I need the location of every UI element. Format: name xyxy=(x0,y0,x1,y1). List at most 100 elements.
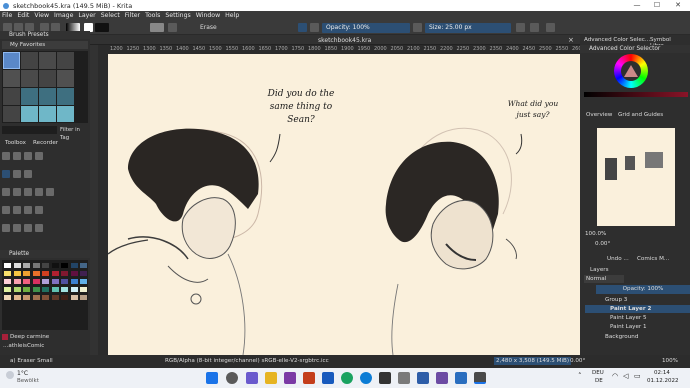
layer-row-background[interactable]: Background xyxy=(585,333,690,341)
gradient-tool-icon[interactable] xyxy=(35,206,43,214)
canvas[interactable]: Did you do the same thing to Sean? What … xyxy=(108,54,580,355)
palette-swatch[interactable] xyxy=(79,294,88,301)
tray-chevron-icon[interactable]: ˄ xyxy=(578,372,582,380)
app-icon[interactable] xyxy=(455,372,467,384)
app-icon[interactable] xyxy=(417,372,429,384)
palette-swatch[interactable] xyxy=(79,286,88,293)
brush-preset-item[interactable] xyxy=(3,106,20,122)
brush-preset-item[interactable] xyxy=(39,70,56,87)
palette-swatch[interactable] xyxy=(60,294,69,301)
palette-swatch[interactable] xyxy=(31,270,41,277)
menu-edit[interactable]: Edit xyxy=(17,12,29,19)
clock-time[interactable]: 02:14 xyxy=(654,370,670,376)
brush-preset-item[interactable] xyxy=(57,88,74,105)
volume-icon[interactable]: ◁ xyxy=(623,372,628,380)
calligraphy-tool-icon[interactable] xyxy=(35,152,43,160)
tab-advanced-color-selector[interactable]: Advanced Color Selec... xyxy=(584,37,650,43)
layer-row-paint-layer-5[interactable]: Paint Layer 5 xyxy=(585,314,690,322)
dynamic-brush-tool-icon[interactable] xyxy=(13,170,21,178)
brush-preset-item[interactable] xyxy=(57,70,74,87)
palette-swatch[interactable] xyxy=(41,286,50,293)
palette-swatch[interactable] xyxy=(31,262,41,269)
palette-swatch[interactable] xyxy=(79,278,88,285)
word-icon[interactable] xyxy=(322,372,334,384)
brush-settings-icon[interactable] xyxy=(168,23,177,32)
tab-undo-history[interactable]: Undo ... xyxy=(607,256,629,262)
layer-row-paint-layer-1[interactable]: Paint Layer 1 xyxy=(585,323,690,331)
brush-preset-item[interactable] xyxy=(21,106,38,122)
wifi-icon[interactable]: ◠ xyxy=(612,372,618,380)
maximize-button[interactable]: ☐ xyxy=(647,0,667,11)
brush-preset-item[interactable] xyxy=(39,52,56,69)
minimize-button[interactable]: — xyxy=(627,0,647,11)
polygon-tool-icon[interactable] xyxy=(35,188,43,196)
brush-preset-item[interactable] xyxy=(3,88,20,105)
palette-swatch[interactable] xyxy=(3,270,12,277)
rotation-value[interactable]: 0.00° xyxy=(595,241,610,247)
palette-swatch[interactable] xyxy=(50,294,60,301)
multibrush-tool-icon[interactable] xyxy=(24,170,32,178)
wrap-around-icon[interactable] xyxy=(546,23,555,32)
palette-name[interactable]: ...athleisComic xyxy=(0,342,90,350)
menu-select[interactable]: Select xyxy=(101,12,120,19)
brush-preset-item[interactable] xyxy=(21,70,38,87)
crop-tool-icon[interactable] xyxy=(24,206,32,214)
brush-preset-item[interactable] xyxy=(57,106,74,122)
move-tool-icon[interactable] xyxy=(13,206,21,214)
tab-overview[interactable]: Overview xyxy=(586,112,612,118)
palette-swatch[interactable] xyxy=(69,294,79,301)
close-document-icon[interactable]: × xyxy=(568,36,574,44)
tab-recorder[interactable]: Recorder xyxy=(33,140,58,146)
palette-swatch[interactable] xyxy=(3,286,12,293)
brush-preset-item[interactable] xyxy=(57,52,74,69)
line-tool-icon[interactable] xyxy=(13,188,21,196)
menu-file[interactable]: File xyxy=(2,12,12,19)
color-history-strip[interactable] xyxy=(584,92,688,97)
palette-swatch[interactable] xyxy=(69,286,79,293)
lasso-select-tool-icon[interactable] xyxy=(24,224,32,232)
brush-preset-item[interactable] xyxy=(3,52,20,69)
menu-view[interactable]: View xyxy=(34,12,49,19)
search-icon[interactable] xyxy=(226,372,238,384)
text-tool-icon[interactable] xyxy=(13,152,21,160)
close-button[interactable]: ✕ xyxy=(668,0,688,11)
palette-swatch[interactable] xyxy=(60,278,69,285)
layer-row-group-3[interactable]: Group 3 xyxy=(585,296,690,304)
app-icon[interactable] xyxy=(379,372,391,384)
palette-swatch[interactable] xyxy=(41,262,50,269)
layer-opacity-slider[interactable]: Opacity: 100% xyxy=(596,285,690,294)
opacity-slider[interactable]: Opacity: 100% xyxy=(322,23,410,33)
layer-row-paint-layer-2[interactable]: Paint Layer 2 xyxy=(585,305,690,313)
palette-swatch[interactable] xyxy=(41,270,50,277)
palette-swatch[interactable] xyxy=(3,278,12,285)
palette-swatch[interactable] xyxy=(3,262,12,269)
tag-selector[interactable]: My Favorites xyxy=(2,41,88,49)
onenote-icon[interactable] xyxy=(284,372,296,384)
palette-swatch[interactable] xyxy=(3,294,12,301)
color-wheel[interactable] xyxy=(614,54,648,88)
rect-select-tool-icon[interactable] xyxy=(2,224,10,232)
palette-grid[interactable] xyxy=(2,260,88,330)
krita-taskbar-icon[interactable] xyxy=(474,372,486,384)
palette-swatch[interactable] xyxy=(50,262,60,269)
menu-settings[interactable]: Settings xyxy=(165,12,190,19)
tab-toolbox[interactable]: Toolbox xyxy=(5,140,26,146)
palette-swatch[interactable] xyxy=(41,294,50,301)
brush-preset-item[interactable] xyxy=(3,70,20,87)
palette-swatch[interactable] xyxy=(41,278,50,285)
app-icon[interactable] xyxy=(398,372,410,384)
ellipse-tool-icon[interactable] xyxy=(24,188,32,196)
brush-search-input[interactable] xyxy=(2,126,57,134)
rectangle-tool-icon[interactable] xyxy=(2,188,10,196)
brush-preset-item[interactable] xyxy=(21,88,38,105)
palette-swatch[interactable] xyxy=(50,286,60,293)
polyline-tool-icon[interactable] xyxy=(46,188,54,196)
edge-icon[interactable] xyxy=(360,372,372,384)
transform-tool-icon[interactable] xyxy=(2,206,10,214)
menu-tools[interactable]: Tools xyxy=(145,12,160,19)
palette-swatch[interactable] xyxy=(79,270,88,277)
palette-swatch[interactable] xyxy=(69,270,79,277)
palette-swatch[interactable] xyxy=(12,262,22,269)
foreground-color-icon[interactable] xyxy=(95,23,109,32)
menu-help[interactable]: Help xyxy=(225,12,239,19)
